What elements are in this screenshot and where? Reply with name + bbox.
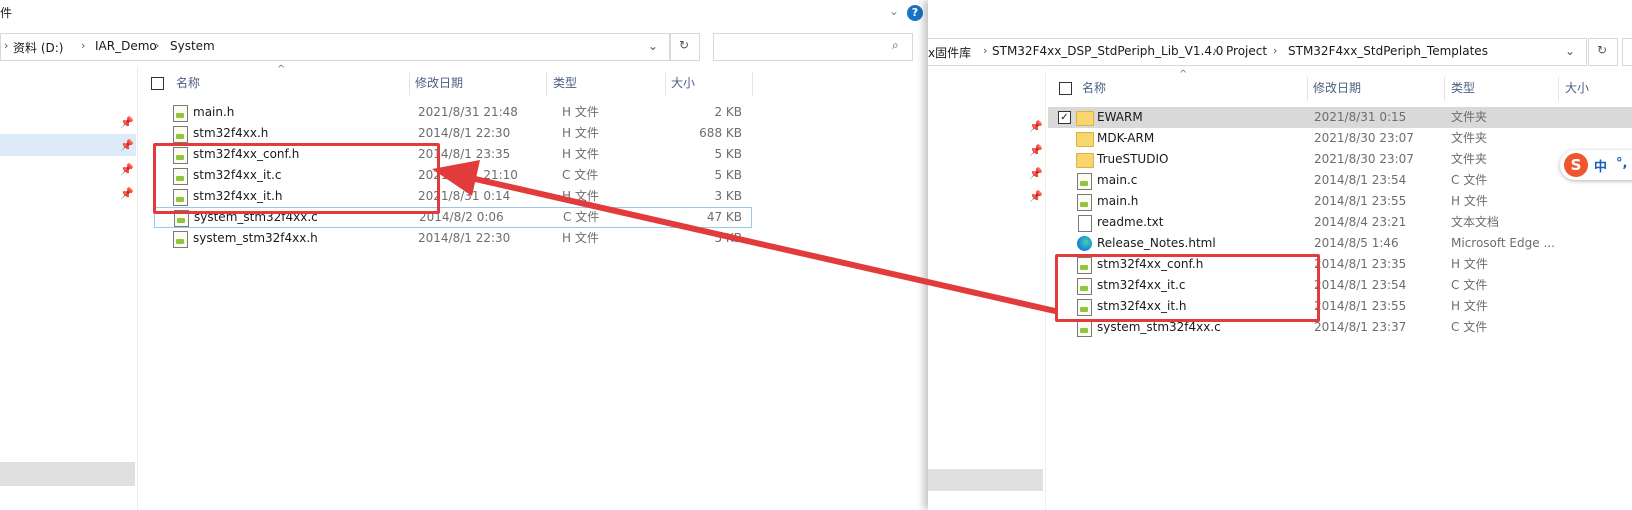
arrow-head-icon [432,160,480,196]
arrow-shaft [459,173,1058,314]
annotation-arrow [432,160,1058,314]
